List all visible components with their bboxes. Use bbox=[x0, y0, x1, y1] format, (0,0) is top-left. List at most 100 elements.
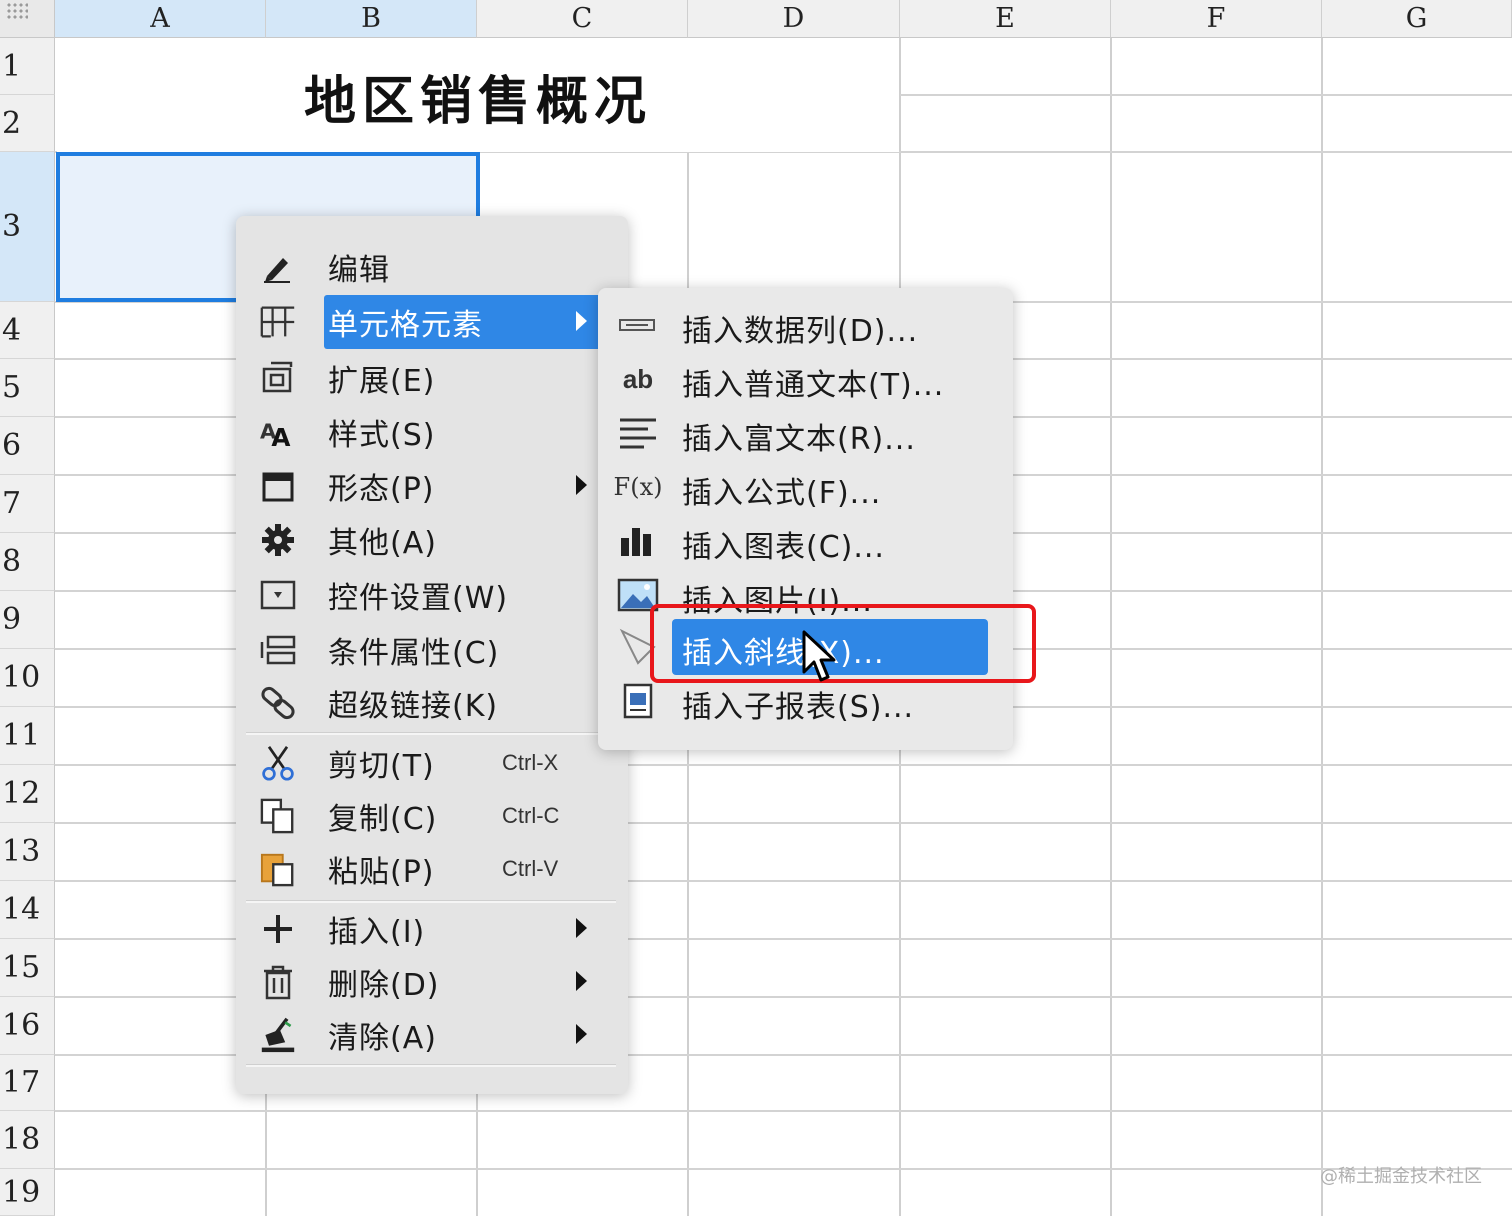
submenu-item-insert-chart[interactable]: 插入图表(C)... bbox=[598, 514, 1013, 568]
shortcut-label: Ctrl-V bbox=[502, 856, 559, 881]
submenu-arrow-icon bbox=[576, 475, 587, 495]
menu-item-label: 插入(I) bbox=[328, 915, 426, 950]
form-icon bbox=[260, 468, 296, 504]
pencil-icon bbox=[260, 249, 296, 285]
title-cell[interactable]: 地区销售概况 bbox=[57, 40, 899, 152]
broom-icon bbox=[260, 1017, 296, 1053]
column-header-f[interactable]: F bbox=[1111, 0, 1322, 38]
menu-item-label: 删除(D) bbox=[328, 968, 440, 1003]
svg-text:A: A bbox=[271, 423, 290, 449]
paste-icon bbox=[260, 851, 296, 887]
menu-item-expand[interactable]: 扩展(E) bbox=[246, 351, 596, 405]
menu-item-label: 单元格元素 bbox=[328, 308, 483, 343]
menu-item-label: 编辑 bbox=[328, 253, 390, 288]
chart-icon bbox=[616, 524, 660, 558]
data-column-icon bbox=[616, 308, 660, 342]
submenu-item-label: 插入子报表(S)... bbox=[682, 690, 915, 725]
menu-separator bbox=[246, 732, 616, 735]
row-header-11[interactable]: 11 bbox=[0, 707, 55, 765]
condition-icon bbox=[260, 632, 296, 668]
row-header-6[interactable]: 6 bbox=[0, 417, 55, 475]
row-header-15[interactable]: 15 bbox=[0, 939, 55, 997]
menu-item-label: 剪切(T) bbox=[328, 749, 435, 784]
row-header-5[interactable]: 5 bbox=[0, 359, 55, 417]
row-header-13[interactable]: 13 bbox=[0, 823, 55, 881]
submenu-item-label: 插入富文本(R)... bbox=[682, 422, 916, 457]
row-header-17[interactable]: 17 bbox=[0, 1055, 55, 1111]
submenu-item-insert-formula[interactable]: F(x) 插入公式(F)... bbox=[598, 460, 1013, 514]
column-header-d[interactable]: D bbox=[688, 0, 900, 38]
column-header-g[interactable]: G bbox=[1322, 0, 1512, 38]
menu-item-form[interactable]: 形态(P) bbox=[246, 459, 596, 513]
menu-item-widget-settings[interactable]: 控件设置(W) bbox=[246, 568, 596, 622]
menu-item-copy[interactable]: 复制(C) Ctrl-C bbox=[246, 789, 596, 843]
submenu-item-label: 插入普通文本(T)... bbox=[682, 368, 945, 403]
row-header-3[interactable]: 3 bbox=[0, 152, 55, 302]
menu-item-cut[interactable]: 剪切(T) Ctrl-X bbox=[246, 736, 596, 790]
menu-item-style[interactable]: AA 样式(S) bbox=[246, 405, 596, 459]
select-all-corner[interactable] bbox=[0, 0, 55, 38]
row-header-2[interactable]: 2 bbox=[0, 95, 55, 152]
grid-line bbox=[900, 94, 1512, 96]
submenu-item-insert-data-column[interactable]: 插入数据列(D)... bbox=[598, 298, 1013, 352]
submenu-arrow-icon bbox=[576, 311, 587, 331]
rich-text-icon bbox=[616, 416, 660, 450]
grid-line bbox=[55, 1110, 1512, 1112]
menu-item-label: 条件属性(C) bbox=[328, 636, 500, 671]
context-menu: 编辑 单元格元素 扩展(E) AA 样式(S) 形态(P) 其他(A) 控件设置… bbox=[236, 216, 628, 1094]
row-header-18[interactable]: 18 bbox=[0, 1111, 55, 1169]
column-header-a[interactable]: A bbox=[55, 0, 266, 38]
link-icon bbox=[260, 685, 296, 721]
submenu-item-label: 插入图表(C)... bbox=[682, 530, 885, 565]
row-header-14[interactable]: 14 bbox=[0, 881, 55, 939]
menu-item-label: 超级链接(K) bbox=[328, 689, 499, 724]
style-icon: AA bbox=[260, 414, 296, 450]
shortcut-label: Ctrl-C bbox=[502, 803, 560, 828]
row-header-10[interactable]: 10 bbox=[0, 649, 55, 707]
column-header-e[interactable]: E bbox=[900, 0, 1111, 38]
menu-item-other[interactable]: 其他(A) bbox=[246, 513, 596, 567]
annotation-highlight-box bbox=[650, 604, 1036, 683]
submenu-arrow-icon bbox=[576, 1024, 587, 1044]
menu-item-label: 控件设置(W) bbox=[328, 581, 509, 616]
formula-icon: F(x) bbox=[613, 473, 663, 501]
trash-icon bbox=[260, 964, 296, 1000]
submenu-arrow-icon bbox=[576, 918, 587, 938]
menu-item-label: 扩展(E) bbox=[328, 364, 436, 399]
menu-item-paste[interactable]: 粘贴(P) Ctrl-V bbox=[246, 842, 596, 896]
gear-icon bbox=[260, 522, 296, 558]
menu-item-hyperlink[interactable]: 超级链接(K) bbox=[246, 676, 596, 730]
row-header-12[interactable]: 12 bbox=[0, 765, 55, 823]
column-header-c[interactable]: C bbox=[477, 0, 688, 38]
menu-item-edit[interactable]: 编辑 bbox=[246, 240, 596, 294]
menu-item-label: 粘贴(P) bbox=[328, 855, 435, 890]
menu-item-label: 其他(A) bbox=[328, 526, 437, 561]
row-header-1[interactable]: 1 bbox=[0, 38, 55, 95]
menu-item-label: 复制(C) bbox=[328, 802, 438, 837]
row-header-19[interactable]: 19 bbox=[0, 1169, 55, 1216]
row-header-7[interactable]: 7 bbox=[0, 475, 55, 533]
menu-item-insert[interactable]: 插入(I) bbox=[246, 902, 596, 956]
submenu-item-insert-rich-text[interactable]: 插入富文本(R)... bbox=[598, 406, 1013, 460]
submenu-item-label: 插入公式(F)... bbox=[682, 476, 882, 511]
plus-icon bbox=[260, 911, 296, 947]
menu-item-label: 形态(P) bbox=[328, 472, 435, 507]
grid-dots-icon bbox=[6, 2, 28, 20]
cell-element-icon bbox=[260, 304, 296, 340]
menu-item-clear[interactable]: 清除(A) bbox=[246, 1008, 596, 1062]
row-header-16[interactable]: 16 bbox=[0, 997, 55, 1055]
menu-item-cell-element[interactable]: 单元格元素 bbox=[246, 295, 606, 349]
sub-report-icon bbox=[616, 683, 660, 719]
submenu-item-insert-plain-text[interactable]: ab 插入普通文本(T)... bbox=[598, 352, 1013, 406]
widget-icon bbox=[260, 577, 296, 613]
row-header-8[interactable]: 8 bbox=[0, 533, 55, 591]
column-header-b[interactable]: B bbox=[266, 0, 477, 38]
watermark-text: @稀土掘金技术社区 bbox=[1320, 1166, 1482, 1187]
menu-item-label: 清除(A) bbox=[328, 1021, 437, 1056]
menu-item-condition-attr[interactable]: 条件属性(C) bbox=[246, 623, 596, 677]
menu-item-delete[interactable]: 删除(D) bbox=[246, 955, 596, 1009]
submenu-item-label: 插入数据列(D)... bbox=[682, 314, 919, 349]
row-header-9[interactable]: 9 bbox=[0, 591, 55, 649]
mouse-cursor-icon bbox=[802, 630, 836, 682]
row-header-4[interactable]: 4 bbox=[0, 302, 55, 359]
